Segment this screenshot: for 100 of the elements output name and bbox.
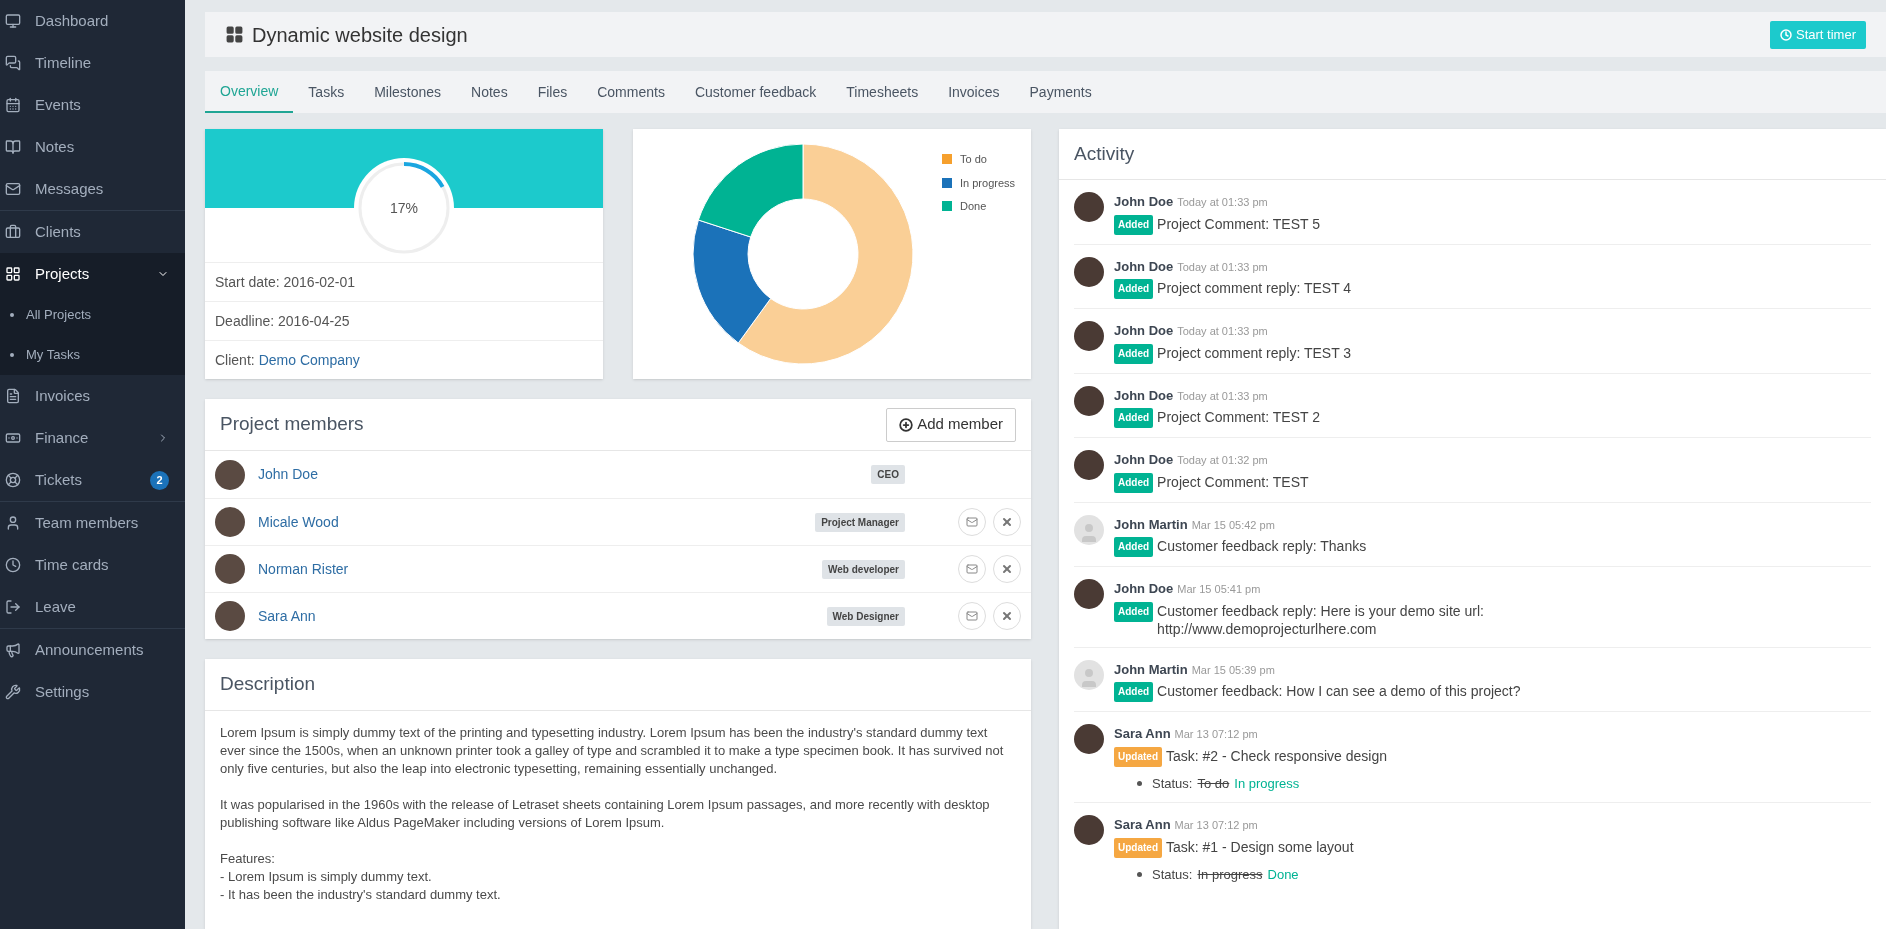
sidebar-item[interactable]: Team members xyxy=(0,502,185,544)
description-paragraph: Lorem Ipsum is simply dummy text of the printing and typesetting industry. Lorem Ipsum has been the industry's standard dummy text ever since the 1500s, when an unknown printer took a galley of type and scrambled it to make a type specimen book. It has survived not only five centuries, but also the leap into electronic typesetting, remaining essentially unchanged. xyxy=(220,724,1005,778)
author-name: John Doe xyxy=(1114,580,1174,598)
close-icon xyxy=(1001,610,1013,622)
status-label: Status: xyxy=(1152,774,1193,793)
add-member-button[interactable]: Add member xyxy=(886,407,1016,442)
activity-text: Project Comment: TEST 2 xyxy=(1157,408,1320,426)
envelope-icon xyxy=(966,516,978,528)
timestamp: Mar 13 07:12 pm xyxy=(1174,727,1258,742)
bullet-icon xyxy=(10,313,14,317)
author-name: John Doe xyxy=(1114,322,1174,340)
tab[interactable]: Files xyxy=(522,71,583,113)
activity-text: Customer feedback reply: Thanks xyxy=(1157,537,1367,555)
start-date-text: Start date: 2016-02-01 xyxy=(215,272,356,292)
tab[interactable]: Timesheets xyxy=(831,71,934,113)
sidebar-item[interactable]: Announcements xyxy=(0,629,185,671)
legend-label: In progress xyxy=(960,175,1016,191)
timestamp: Today at 01:33 pm xyxy=(1177,324,1268,339)
calendar-icon xyxy=(5,97,21,113)
tab[interactable]: Milestones xyxy=(359,71,457,113)
new-status: In progress xyxy=(1234,774,1300,793)
sidebar-item[interactable]: Events xyxy=(0,84,185,126)
bullet-icon xyxy=(1137,780,1142,786)
page-title: Dynamic website design xyxy=(252,22,468,48)
author-name: John Doe xyxy=(1114,451,1174,469)
avatar-photo-placeholder xyxy=(215,554,245,584)
author-name: John Doe xyxy=(1114,257,1174,276)
action-tag: Added xyxy=(1114,343,1154,364)
tab[interactable]: Tasks xyxy=(293,71,360,113)
activity-text: Task: #1 - Design some layout xyxy=(1166,837,1354,856)
action-tag: Updated xyxy=(1114,746,1162,767)
member-name-link[interactable]: Micale Wood xyxy=(258,511,339,533)
card-title: Activity xyxy=(1074,141,1135,166)
avatar-photo-placeholder xyxy=(215,459,245,490)
plus-circle-icon xyxy=(899,417,914,432)
close-icon xyxy=(1001,516,1013,528)
avatar-photo-placeholder xyxy=(215,601,245,631)
feature-line: - Lorem Ipsum is simply dummy text. xyxy=(220,868,433,886)
member-name-link[interactable]: John Doe xyxy=(258,464,318,485)
briefcase-icon xyxy=(5,224,21,240)
feature-line: - It has been the industry's standard dummy text. xyxy=(220,886,502,904)
action-tag: Added xyxy=(1114,472,1154,493)
sidebar-item[interactable]: Time cards xyxy=(0,544,185,586)
author-name: John Doe xyxy=(1114,386,1174,405)
activity-text: Customer feedback reply: Here is your demo site url: http://www.demoprojecturlhere.com xyxy=(1157,601,1485,638)
bullet-icon xyxy=(10,353,14,357)
author-name: John Martin xyxy=(1114,660,1188,679)
member-name-link[interactable]: Norman Rister xyxy=(258,558,349,580)
tab[interactable]: Comments xyxy=(582,71,680,113)
sidebar-item[interactable]: Leave xyxy=(0,586,185,628)
activity-text: Project comment reply: TEST 4 xyxy=(1157,279,1352,297)
tab[interactable]: Customer feedback xyxy=(679,71,832,113)
clock-icon xyxy=(1780,28,1793,41)
action-tag: Updated xyxy=(1114,837,1162,858)
old-status: In progress xyxy=(1197,865,1263,884)
timestamp: Today at 01:33 pm xyxy=(1177,388,1268,404)
description-paragraph: It was popularised in the 1960s with the release of Letraset sheets containing Lorem Ipsum passages, and more recently with desktop publishing software like Aldus PageMaker including versions of Lorem Ipsum. xyxy=(220,796,991,832)
sidebar-item[interactable]: Messages xyxy=(0,168,185,210)
action-tag: Added xyxy=(1114,682,1154,702)
role-tag: Web developer xyxy=(822,559,905,579)
action-tag: Added xyxy=(1114,537,1154,557)
sidebar-item[interactable]: Timeline xyxy=(0,42,185,84)
sidebar-item[interactable]: Dashboard xyxy=(0,0,185,42)
banknote-icon xyxy=(5,430,21,446)
user-icon xyxy=(5,515,21,531)
role-tag: CEO xyxy=(871,465,905,484)
tab[interactable]: Invoices xyxy=(933,71,1015,113)
timestamp: Mar 13 07:12 pm xyxy=(1174,818,1258,833)
client-label: Client: xyxy=(215,350,255,370)
clock-icon xyxy=(5,557,21,573)
sidebar-item[interactable]: Notes xyxy=(0,126,185,168)
old-status: To do xyxy=(1197,774,1230,793)
submenu-item[interactable]: My Tasks xyxy=(0,335,185,375)
wrench-icon xyxy=(5,684,21,700)
sidebar-item[interactable]: Clients xyxy=(0,211,185,253)
sidebar-item[interactable]: Tickets 2 xyxy=(0,459,185,501)
progress-percent: 17% xyxy=(390,198,418,218)
status-label: Status: xyxy=(1152,865,1193,884)
action-tag: Added xyxy=(1114,408,1154,428)
grid-icon xyxy=(5,266,21,282)
author-name: John Doe xyxy=(1114,193,1174,211)
sidebar-item[interactable]: Finance xyxy=(0,417,185,459)
submenu-item[interactable]: All Projects xyxy=(0,295,185,335)
action-tag: Added xyxy=(1114,601,1154,622)
monitor-icon xyxy=(5,13,21,29)
member-name-link[interactable]: Sara Ann xyxy=(258,605,316,627)
action-tag: Added xyxy=(1114,214,1154,235)
author-name: Sara Ann xyxy=(1114,816,1171,834)
client-link[interactable]: Demo Company xyxy=(258,349,360,371)
book-icon xyxy=(5,139,21,155)
tab[interactable]: Payments xyxy=(1014,71,1107,113)
activity-text: Project comment reply: TEST 3 xyxy=(1157,343,1352,362)
lifebuoy-icon xyxy=(5,472,21,488)
features-heading: Features: xyxy=(220,850,276,868)
count-badge: 2 xyxy=(150,470,169,490)
sidebar-item[interactable]: Settings xyxy=(0,671,185,713)
sidebar-item[interactable]: Invoices xyxy=(0,375,185,417)
envelope-icon xyxy=(966,610,978,622)
timestamp: Mar 15 05:42 pm xyxy=(1191,517,1275,533)
tab[interactable]: Notes xyxy=(456,71,523,113)
